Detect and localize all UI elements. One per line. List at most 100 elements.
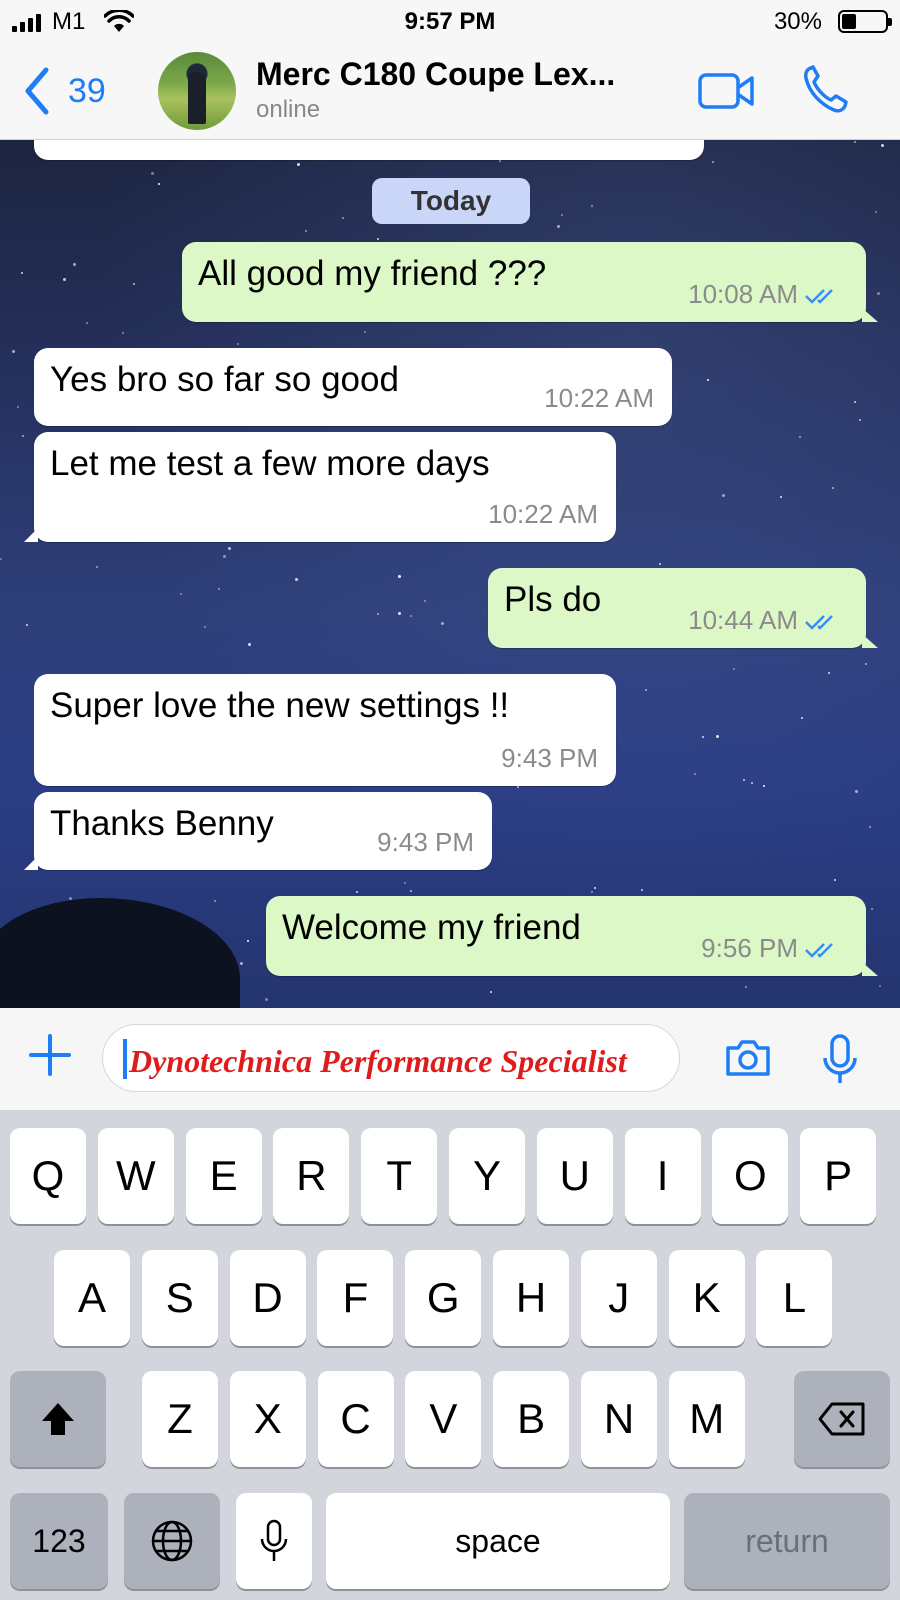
key-h[interactable]: H <box>493 1250 569 1346</box>
key-f[interactable]: F <box>317 1250 394 1346</box>
message-timestamp: 10:22 AM <box>544 383 654 413</box>
key-e[interactable]: E <box>185 1128 262 1224</box>
microphone-icon <box>260 1519 288 1561</box>
key-g[interactable]: G <box>405 1250 482 1346</box>
star <box>591 205 593 207</box>
message-bubble-incoming[interactable]: Let me test a few more days 10:22 AM <box>24 432 616 542</box>
message-bubble-incoming[interactable]: Yes bro so far so good 10:22 AM <box>34 348 672 426</box>
key-p[interactable]: P <box>800 1128 877 1224</box>
key-w[interactable]: W <box>97 1128 174 1224</box>
video-call-button[interactable] <box>698 72 756 115</box>
star <box>855 790 858 793</box>
dictation-key[interactable] <box>236 1493 312 1589</box>
message-text: Yes bro so far so good <box>50 360 399 399</box>
star <box>377 613 379 615</box>
contact-name[interactable]: Merc C180 Coupe Lex... <box>256 56 615 93</box>
star <box>410 615 412 617</box>
shift-key[interactable] <box>10 1371 106 1467</box>
camera-button[interactable] <box>724 1038 772 1083</box>
star <box>364 331 366 333</box>
key-u[interactable]: U <box>536 1128 613 1224</box>
star <box>240 962 243 965</box>
key-k[interactable]: K <box>668 1250 745 1346</box>
voice-note-button[interactable] <box>822 1034 858 1091</box>
star <box>712 161 714 163</box>
key-l[interactable]: L <box>756 1250 833 1346</box>
star <box>356 891 358 893</box>
star <box>214 900 216 902</box>
key-x[interactable]: X <box>229 1371 306 1467</box>
microphone-icon <box>823 1034 857 1083</box>
battery-icon <box>838 10 892 33</box>
star <box>12 350 15 353</box>
star <box>490 991 492 993</box>
key-t[interactable]: T <box>361 1128 438 1224</box>
message-input[interactable]: Dynotechnica Performance Specialist <box>102 1024 680 1092</box>
message-text: Pls do <box>504 580 602 619</box>
unread-count[interactable]: 39 <box>68 72 106 111</box>
star <box>877 292 880 295</box>
message-bubble-outgoing[interactable]: Pls do 10:44 AM <box>488 568 878 648</box>
star <box>248 643 251 646</box>
return-key[interactable]: return <box>684 1493 890 1589</box>
star <box>859 419 861 421</box>
star <box>745 986 747 988</box>
shift-arrow-icon <box>42 1403 74 1435</box>
message-bubble-incoming[interactable]: Thanks Benny 9:43 PM <box>24 792 492 870</box>
key-a[interactable]: A <box>54 1250 130 1346</box>
key-m[interactable]: M <box>668 1371 745 1467</box>
star <box>151 172 154 175</box>
star <box>641 889 643 891</box>
star <box>875 211 877 213</box>
message-timestamp: 10:44 AM <box>688 605 840 636</box>
numbers-key[interactable]: 123 <box>10 1493 108 1589</box>
key-i[interactable]: I <box>624 1128 701 1224</box>
delete-key[interactable] <box>794 1371 890 1467</box>
message-timestamp: 10:22 AM <box>488 499 598 529</box>
key-j[interactable]: J <box>580 1250 657 1346</box>
globe-key[interactable] <box>124 1493 220 1589</box>
message-input-text: Dynotechnica Performance Specialist <box>129 1043 627 1079</box>
key-d[interactable]: D <box>229 1250 306 1346</box>
message-timestamp: 9:56 PM <box>701 933 840 964</box>
key-q[interactable]: Q <box>10 1128 86 1224</box>
key-s[interactable]: S <box>141 1250 218 1346</box>
star <box>26 624 28 626</box>
back-button[interactable] <box>20 66 60 116</box>
key-r[interactable]: R <box>273 1128 350 1224</box>
key-b[interactable]: B <box>493 1371 570 1467</box>
star <box>865 663 867 665</box>
message-bubble-incoming[interactable]: Super love the new settings !! 9:43 PM <box>34 674 616 786</box>
star <box>86 322 88 324</box>
star <box>295 578 298 581</box>
space-key[interactable]: space <box>326 1493 670 1589</box>
star <box>218 588 220 590</box>
avatar[interactable] <box>158 52 236 130</box>
key-n[interactable]: N <box>581 1371 657 1467</box>
battery-percent: 30% <box>773 8 822 35</box>
voice-call-button[interactable] <box>802 64 848 119</box>
star <box>247 940 249 942</box>
message-text: All good my friend ??? <box>198 254 547 293</box>
key-y[interactable]: Y <box>449 1128 525 1224</box>
message-bubble-outgoing[interactable]: Welcome my friend 9:56 PM <box>266 896 878 976</box>
previous-message-bubble[interactable] <box>34 140 704 160</box>
message-bubble-outgoing[interactable]: All good my friend ??? 10:08 AM <box>182 242 878 322</box>
star <box>881 144 884 147</box>
key-z[interactable]: Z <box>142 1371 218 1467</box>
key-o[interactable]: O <box>712 1128 789 1224</box>
star <box>305 230 307 232</box>
star <box>645 689 647 691</box>
star <box>517 786 519 788</box>
star <box>591 891 593 893</box>
double-check-icon <box>805 289 833 304</box>
star <box>871 908 873 910</box>
chat-area[interactable]: Today All good my friend ??? 10:08 AM Ye… <box>0 140 900 1008</box>
key-c[interactable]: C <box>317 1371 394 1467</box>
composer-bar: Dynotechnica Performance Specialist <box>0 1008 900 1110</box>
status-bar: M1 9:57 PM 30% <box>0 0 900 44</box>
attach-button[interactable] <box>28 1033 72 1082</box>
key-v[interactable]: V <box>405 1371 482 1467</box>
star <box>694 773 696 775</box>
star <box>780 496 782 498</box>
